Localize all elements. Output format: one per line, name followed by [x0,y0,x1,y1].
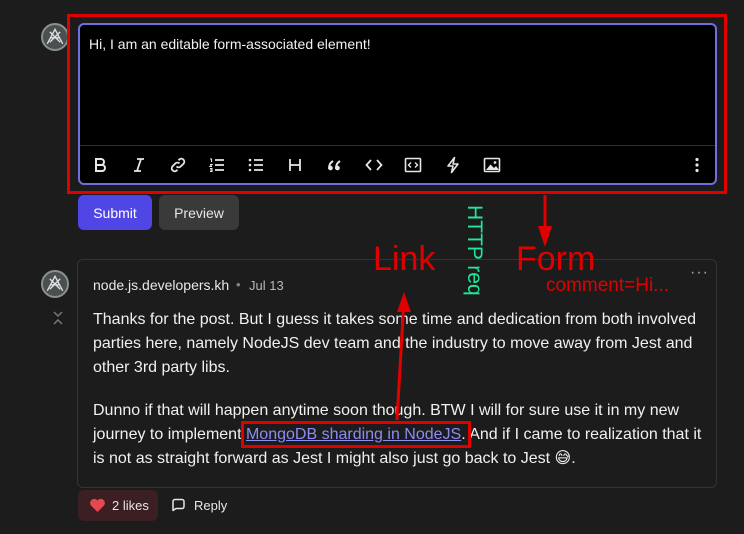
unordered-list-icon[interactable] [243,153,269,177]
meta-separator: • [236,277,241,292]
comment-author[interactable]: node.js.developers.kh [93,277,229,293]
reply-button[interactable]: Reply [170,490,227,521]
ordered-list-icon[interactable] [204,153,230,177]
reply-label: Reply [194,498,228,513]
code-block-icon[interactable] [400,153,426,177]
bold-icon[interactable] [87,153,113,177]
quote-icon[interactable] [322,153,348,177]
lightning-icon[interactable] [440,153,466,177]
user-avatar[interactable] [41,23,69,51]
collapse-thread-icon[interactable] [52,311,64,325]
comment-paragraph: Dunno if that will happen anytime soon t… [93,399,705,471]
submit-button[interactable]: Submit [78,195,152,230]
comment-editor[interactable]: Hi, I am an editable form-associated ele… [78,23,717,185]
comment-more-button[interactable]: ··· [690,264,709,282]
code-icon[interactable] [361,153,387,177]
commenter-avatar[interactable] [41,270,69,298]
italic-icon[interactable] [126,153,152,177]
reply-bubble-icon [172,498,185,512]
editor-toolbar [80,145,715,183]
preview-button[interactable]: Preview [159,195,239,230]
heading-icon[interactable] [282,153,308,177]
likes-count: 2 likes [112,498,149,513]
link-icon[interactable] [165,153,191,177]
more-vertical-icon[interactable] [684,153,710,177]
image-icon[interactable] [479,153,505,177]
comment-date[interactable]: Jul 13 [249,278,284,293]
editor-text[interactable]: Hi, I am an editable form-associated ele… [89,36,371,52]
comment-card: node.js.developers.kh • Jul 13 ··· Thank… [77,259,717,488]
like-button[interactable]: 2 likes [78,490,158,521]
comment-paragraph: Thanks for the post. But I guess it take… [93,311,696,376]
mongodb-sharding-link[interactable]: MongoDB sharding in NodeJS [246,426,461,443]
heart-icon [90,498,105,512]
